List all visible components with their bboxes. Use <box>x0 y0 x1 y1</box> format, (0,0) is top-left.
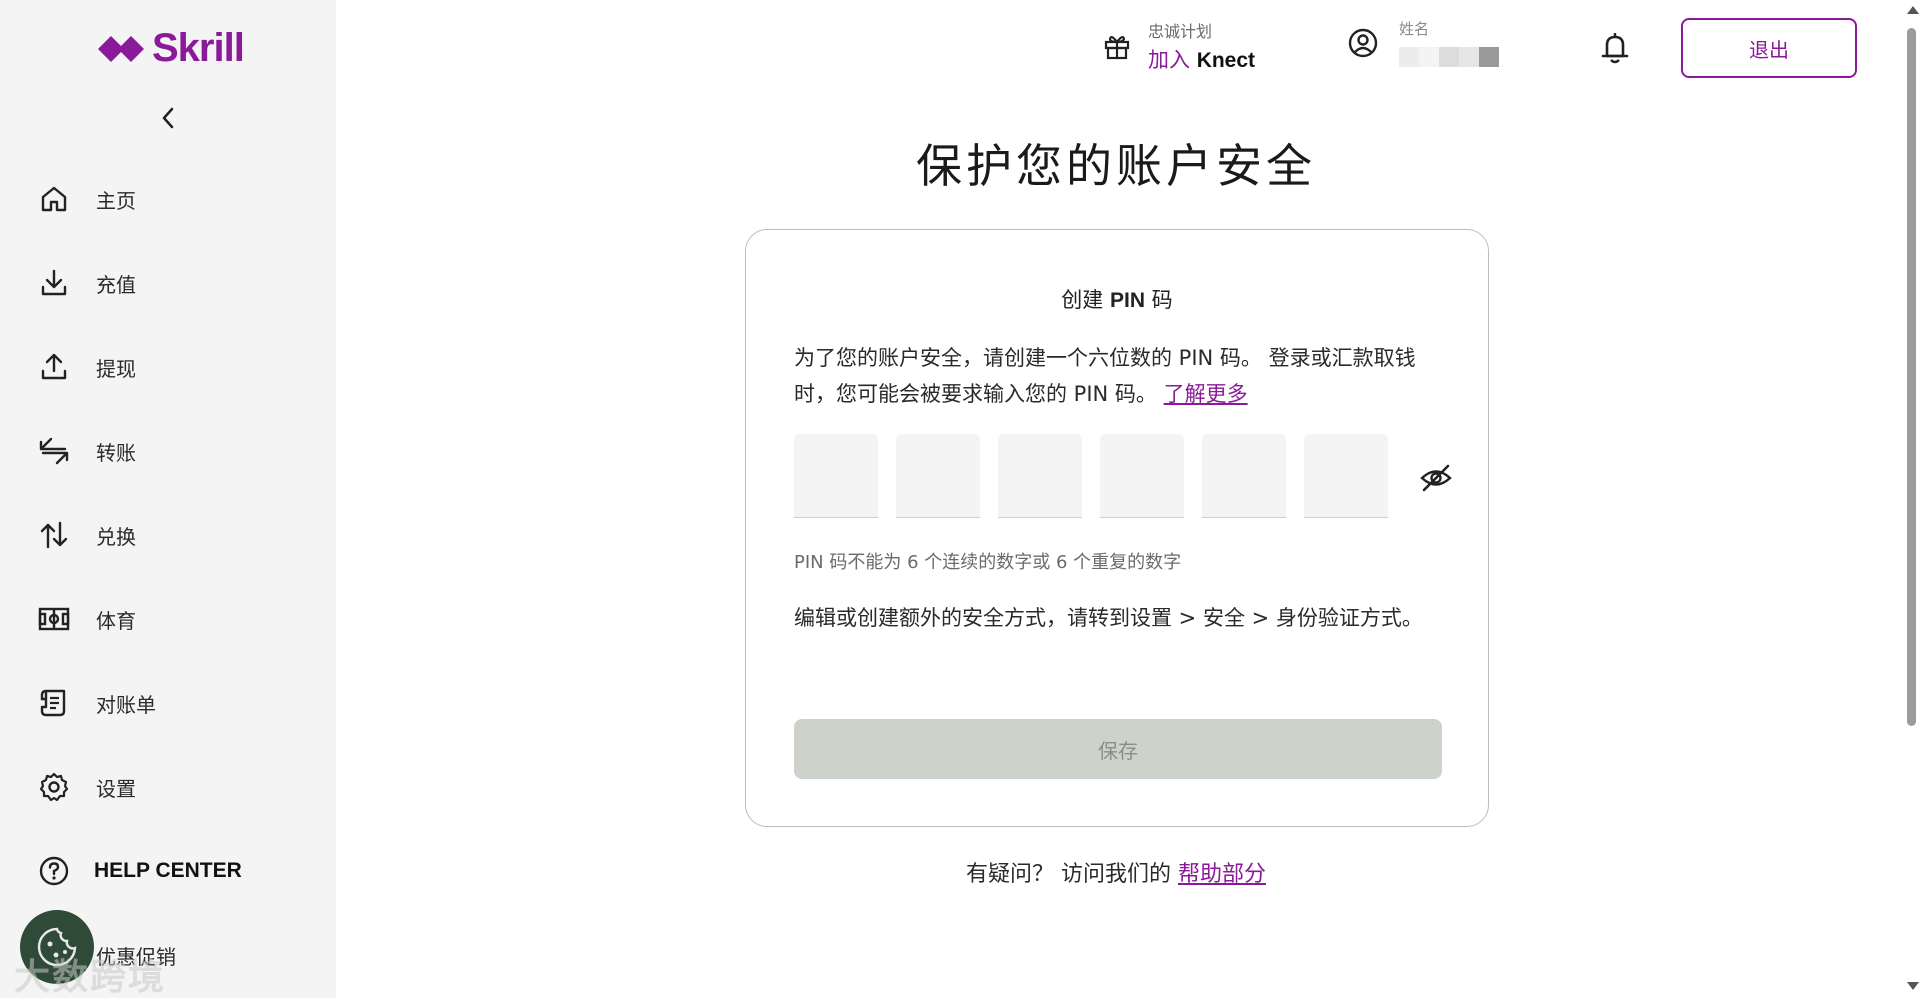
sidebar-item-exchange[interactable]: 兑换 <box>36 511 316 559</box>
pin-digit-input[interactable] <box>1100 434 1184 518</box>
sidebar-item-label: 对账单 <box>96 692 156 717</box>
home-icon <box>36 181 72 217</box>
user-avatar-icon <box>1348 28 1378 57</box>
pin-digit-input[interactable] <box>1202 434 1286 518</box>
brand-name: Skrill <box>152 26 245 70</box>
sidebar-item-settings[interactable]: 设置 <box>36 763 316 811</box>
collapse-sidebar-button[interactable] <box>152 102 184 134</box>
sidebar-item-withdraw[interactable]: 提现 <box>36 343 316 391</box>
sidebar-item-label: 主页 <box>96 188 136 213</box>
notifications-button[interactable] <box>1598 30 1632 66</box>
sidebar-item-help-center[interactable]: HELP CENTER <box>36 847 316 895</box>
download-icon <box>36 265 72 301</box>
eye-off-icon <box>1420 464 1452 492</box>
pin-inputs <box>794 434 1406 518</box>
loyalty-label: 忠诚计划 <box>1148 22 1213 41</box>
card-title-bold: PIN <box>1109 289 1145 312</box>
transfer-icon <box>36 433 72 469</box>
watermark: 大数跨境 <box>14 957 167 998</box>
bell-icon <box>1601 33 1629 64</box>
card-title: 创建 PIN 码 <box>746 284 1488 314</box>
save-button[interactable]: 保存 <box>794 719 1442 779</box>
card-description-text: 为了您的账户安全，请创建一个六位数的 PIN 码。 登录或汇款取钱时，您可能会被… <box>794 346 1416 406</box>
sidebar-item-label: 转账 <box>96 440 136 465</box>
pin-digit-input[interactable] <box>1304 434 1388 518</box>
scroll-up-arrow[interactable] <box>1907 6 1919 14</box>
page-title: 保护您的账户安全 <box>916 139 1316 193</box>
exchange-icon <box>36 517 72 553</box>
sidebar-item-statement[interactable]: 对账单 <box>36 679 316 727</box>
card-description: 为了您的账户安全，请创建一个六位数的 PIN 码。 登录或汇款取钱时，您可能会被… <box>794 340 1444 412</box>
sidebar-item-label: 体育 <box>96 608 136 633</box>
pin-digit-input[interactable] <box>896 434 980 518</box>
pin-rule-hint: PIN 码不能为 6 个连续的数字或 6 个重复的数字 <box>794 552 1182 573</box>
stadium-icon <box>36 601 72 637</box>
create-pin-card: 创建 PIN 码 为了您的账户安全，请创建一个六位数的 PIN 码。 登录或汇款… <box>745 229 1489 827</box>
sidebar-item-deposit[interactable]: 充值 <box>36 259 316 307</box>
sidebar: Skrill 主页 充值 提现 转账 兑换 体育 对账单 设置 HELP CEN… <box>0 0 336 998</box>
skrill-logo[interactable]: Skrill <box>98 26 245 71</box>
loyalty-cta-brand: Knect <box>1196 49 1256 72</box>
sidebar-item-transfer[interactable]: 转账 <box>36 427 316 475</box>
profile-menu[interactable]: 姓名 <box>1347 18 1499 67</box>
loyalty-cta: 加入 Knect <box>1148 44 1255 74</box>
logout-button[interactable]: 退出 <box>1681 18 1857 78</box>
security-settings-note: 编辑或创建额外的安全方式，请转到设置 > 安全 > 身份验证方式。 <box>794 606 1423 630</box>
sidebar-item-home[interactable]: 主页 <box>36 175 316 223</box>
gear-icon <box>36 769 72 805</box>
sidebar-item-label: 提现 <box>96 356 136 381</box>
card-title-suffix: 码 <box>1145 288 1173 312</box>
scroll-down-arrow[interactable] <box>1907 982 1919 990</box>
help-section-link[interactable]: 帮助部分 <box>1178 862 1266 887</box>
loyalty-program-link[interactable]: 忠诚计划 加入 Knect <box>1102 18 1255 74</box>
card-title-prefix: 创建 <box>1061 288 1110 312</box>
sidebar-item-label: 设置 <box>96 776 136 801</box>
gift-icon <box>1104 36 1130 60</box>
pin-digit-input[interactable] <box>998 434 1082 518</box>
help-icon <box>36 853 72 889</box>
page-scrollbar[interactable] <box>1902 0 1920 998</box>
sidebar-item-sports[interactable]: 体育 <box>36 595 316 643</box>
sidebar-item-label: 兑换 <box>96 524 136 549</box>
skrill-diamond-icon <box>98 35 144 62</box>
help-line: 有疑问？ 访问我们的 帮助部分 <box>740 856 1492 888</box>
upload-icon <box>36 349 72 385</box>
help-line-text: 有疑问？ 访问我们的 <box>965 862 1178 887</box>
learn-more-link[interactable]: 了解更多 <box>1164 382 1248 406</box>
sidebar-item-label: 充值 <box>96 272 136 297</box>
profile-name-label: 姓名 <box>1399 20 1430 38</box>
toggle-pin-visibility-button[interactable] <box>1418 460 1454 496</box>
scrollbar-thumb[interactable] <box>1907 28 1916 726</box>
statement-icon <box>36 685 72 721</box>
profile-name-redacted <box>1399 47 1499 67</box>
loyalty-cta-prefix: 加入 <box>1148 48 1197 72</box>
chevron-left-icon <box>162 107 174 129</box>
sidebar-item-label: HELP CENTER <box>94 859 242 882</box>
pin-digit-input[interactable] <box>794 434 878 518</box>
